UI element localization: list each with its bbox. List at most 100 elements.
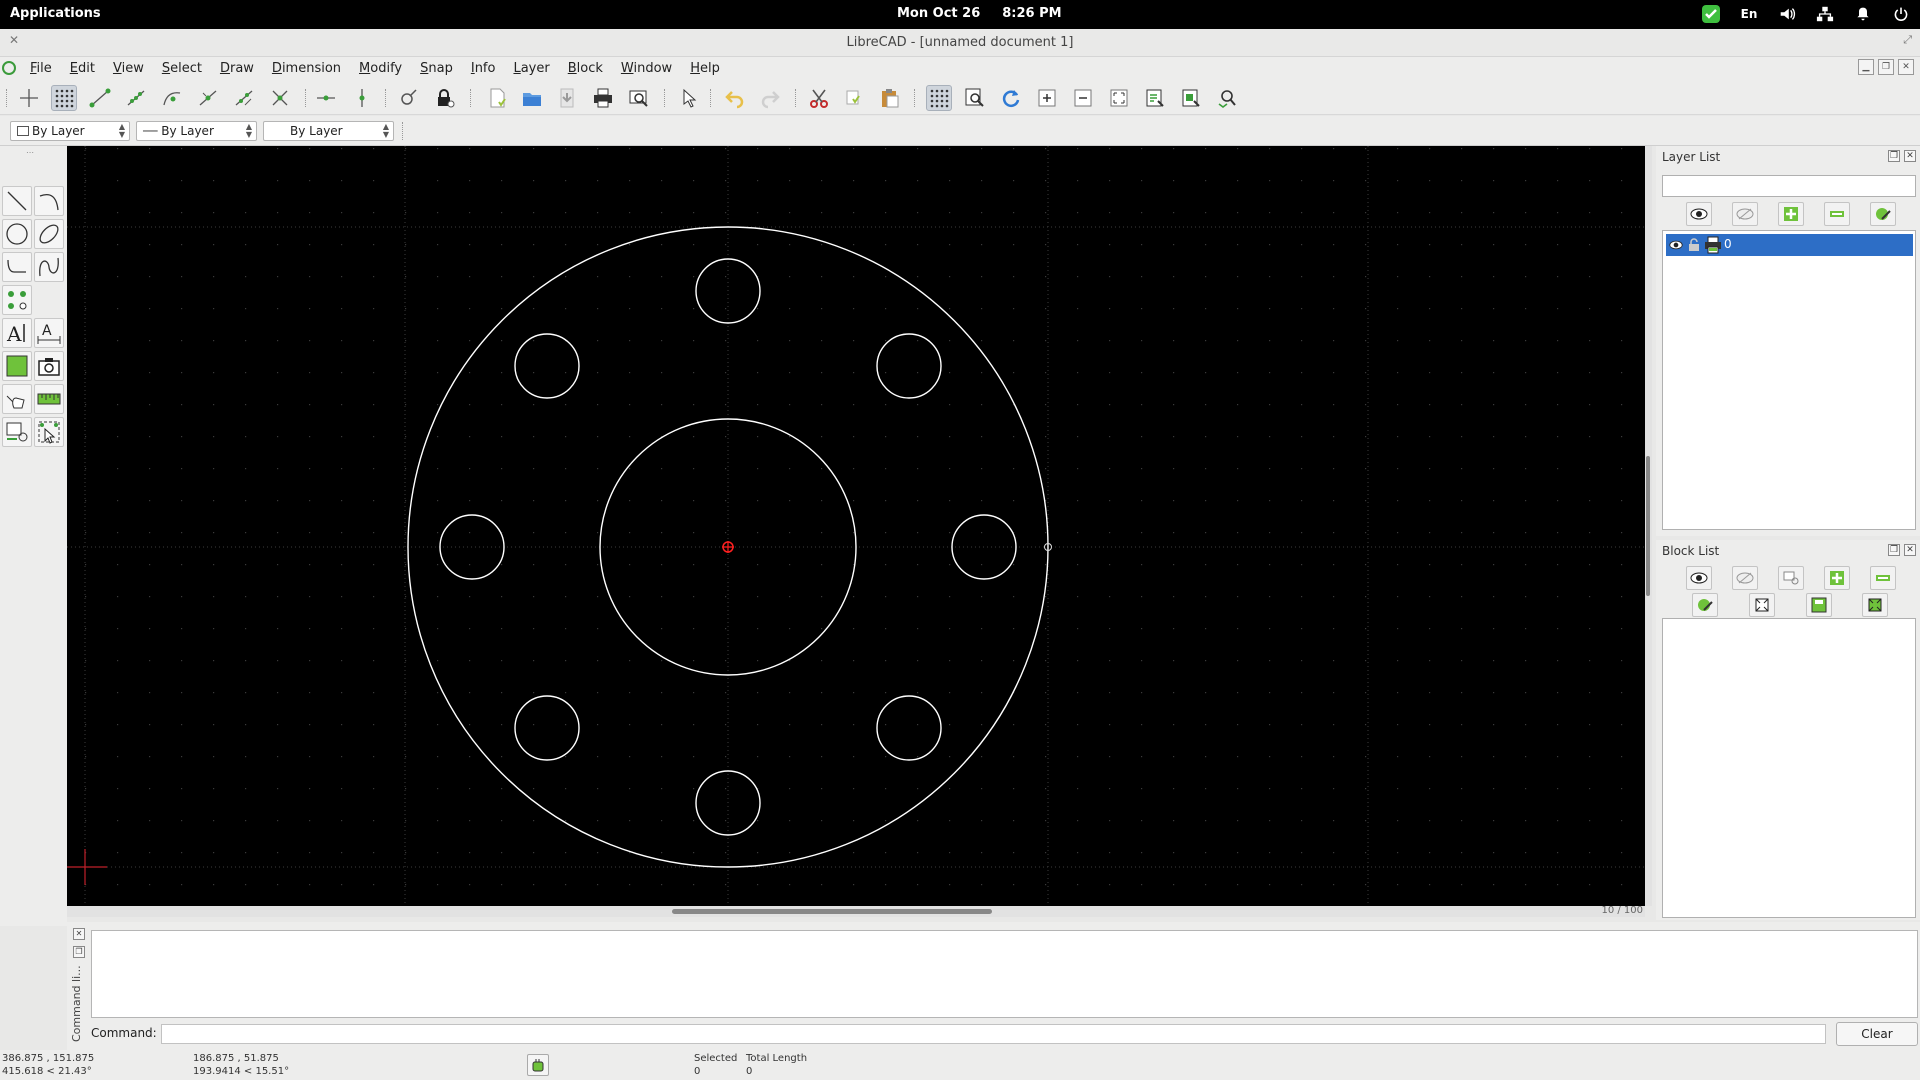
menu-layer[interactable]: Layer bbox=[513, 59, 549, 78]
print-preview-button[interactable] bbox=[626, 85, 652, 111]
snap-grid-button[interactable] bbox=[51, 85, 77, 111]
lock-relative-zero-button[interactable] bbox=[432, 85, 458, 111]
modify-tool-button[interactable] bbox=[2, 384, 32, 414]
dock-float-button[interactable]: ❐ bbox=[73, 946, 85, 958]
zoom-out-button[interactable] bbox=[1070, 85, 1096, 111]
print-button[interactable] bbox=[590, 85, 616, 111]
spline-tool-button[interactable] bbox=[34, 252, 64, 282]
text-tool-button[interactable]: A bbox=[2, 318, 32, 348]
pen-linewidth-select[interactable]: By Layer ▲ ▼ bbox=[263, 121, 394, 141]
snap-free-button[interactable] bbox=[16, 85, 42, 111]
menu-window[interactable]: Window bbox=[621, 59, 672, 78]
layer-filter-input[interactable] bbox=[1662, 175, 1916, 197]
zoom-previous-button[interactable] bbox=[1142, 85, 1168, 111]
volume-icon[interactable] bbox=[1776, 3, 1798, 25]
menu-draw[interactable]: Draw bbox=[220, 59, 254, 78]
applications-menu[interactable]: Applications bbox=[10, 6, 101, 21]
open-file-button[interactable] bbox=[519, 85, 545, 111]
snap-intersection-button[interactable] bbox=[267, 85, 293, 111]
save-block-button[interactable] bbox=[1806, 593, 1832, 617]
clear-button[interactable]: Clear bbox=[1836, 1022, 1918, 1046]
edit-layer-button[interactable] bbox=[1870, 202, 1896, 226]
power-icon[interactable] bbox=[1890, 3, 1912, 25]
circle-tool-button[interactable] bbox=[2, 219, 32, 249]
zoom-in-button[interactable] bbox=[1034, 85, 1060, 111]
pen-linetype-select[interactable]: ── By Layer ▲ ▼ bbox=[136, 121, 257, 141]
keyboard-layout[interactable]: En bbox=[1738, 3, 1760, 25]
zoom-auto-button[interactable] bbox=[1106, 85, 1132, 111]
add-block-button[interactable] bbox=[1824, 566, 1850, 590]
create-block-button[interactable] bbox=[1778, 566, 1804, 590]
mdi-minimize-button[interactable]: ▁ bbox=[1858, 59, 1874, 75]
drawing-canvas[interactable] bbox=[67, 146, 1645, 906]
relative-zero-button[interactable] bbox=[396, 85, 422, 111]
line-tool-button[interactable] bbox=[2, 186, 32, 216]
mouse-action-button[interactable] bbox=[527, 1054, 549, 1076]
point-tool-button[interactable] bbox=[2, 285, 32, 315]
snap-on-entity-button[interactable] bbox=[123, 85, 149, 111]
horizontal-scroll-thumb[interactable] bbox=[672, 909, 992, 914]
zoom-button[interactable] bbox=[962, 85, 988, 111]
toggle-grid-button[interactable] bbox=[926, 85, 952, 111]
dock-float-button[interactable]: ❐ bbox=[1888, 150, 1900, 162]
layer-row[interactable]: 0 bbox=[1666, 234, 1913, 256]
edit-block-button[interactable] bbox=[1749, 593, 1775, 617]
dock-close-button[interactable]: ✕ bbox=[1904, 544, 1916, 556]
redraw-button[interactable] bbox=[998, 85, 1024, 111]
undo-button[interactable] bbox=[722, 85, 748, 111]
vertical-scroll-thumb[interactable] bbox=[1646, 456, 1650, 596]
snap-distance-button[interactable] bbox=[231, 85, 257, 111]
menu-dimension[interactable]: Dimension bbox=[272, 59, 341, 78]
remove-block-button[interactable] bbox=[1870, 566, 1896, 590]
shield-check-icon[interactable] bbox=[1700, 3, 1722, 25]
unlocked-icon[interactable] bbox=[1688, 238, 1700, 252]
zoom-window-button[interactable] bbox=[1178, 85, 1204, 111]
dimension-tool-button[interactable]: A bbox=[34, 318, 64, 348]
block-tool-button[interactable] bbox=[2, 417, 32, 447]
arc-tool-button[interactable] bbox=[34, 186, 64, 216]
menu-help[interactable]: Help bbox=[690, 59, 720, 78]
redo-button[interactable] bbox=[757, 85, 783, 111]
cut-button[interactable] bbox=[806, 85, 832, 111]
paste-button[interactable] bbox=[877, 85, 903, 111]
menu-file[interactable]: File bbox=[30, 59, 52, 78]
add-layer-button[interactable] bbox=[1778, 202, 1804, 226]
pen-color-select[interactable]: By Layer ▲ ▼ bbox=[10, 121, 130, 141]
snap-endpoint-button[interactable] bbox=[87, 85, 113, 111]
menu-info[interactable]: Info bbox=[471, 59, 496, 78]
maximize-arrow-icon[interactable]: ⤢ bbox=[1903, 33, 1912, 47]
restrict-horizontal-button[interactable] bbox=[313, 85, 339, 111]
mdi-close-button[interactable]: ✕ bbox=[1898, 59, 1914, 75]
select-tool-button[interactable] bbox=[34, 417, 64, 447]
network-icon[interactable] bbox=[1814, 3, 1836, 25]
command-input[interactable] bbox=[161, 1024, 1826, 1044]
rename-block-button[interactable] bbox=[1692, 593, 1718, 617]
polyline-tool-button[interactable] bbox=[2, 252, 32, 282]
mdi-restore-button[interactable]: ❐ bbox=[1878, 59, 1894, 75]
ellipse-tool-button[interactable] bbox=[34, 219, 64, 249]
menu-view[interactable]: View bbox=[113, 59, 144, 78]
menu-modify[interactable]: Modify bbox=[359, 59, 402, 78]
hide-all-layers-button[interactable] bbox=[1732, 202, 1758, 226]
dock-close-button[interactable]: ✕ bbox=[73, 928, 85, 940]
snap-center-button[interactable] bbox=[159, 85, 185, 111]
eye-icon[interactable] bbox=[1669, 238, 1683, 252]
hide-all-blocks-button[interactable] bbox=[1732, 566, 1758, 590]
restrict-vertical-button[interactable] bbox=[349, 85, 375, 111]
notifications-bell-icon[interactable] bbox=[1852, 3, 1874, 25]
insert-block-button[interactable] bbox=[1862, 593, 1888, 617]
menu-select[interactable]: Select bbox=[162, 59, 202, 78]
remove-layer-button[interactable] bbox=[1824, 202, 1850, 226]
select-pointer-button[interactable] bbox=[676, 85, 702, 111]
show-all-layers-button[interactable] bbox=[1686, 202, 1712, 226]
horizontal-scrollbar[interactable]: 10 / 100 bbox=[67, 905, 1645, 917]
new-file-button[interactable] bbox=[484, 85, 510, 111]
zoom-pan-button[interactable] bbox=[1214, 85, 1240, 111]
printer-icon[interactable] bbox=[1704, 236, 1722, 254]
dock-float-button[interactable]: ❐ bbox=[1888, 544, 1900, 556]
menu-snap[interactable]: Snap bbox=[420, 59, 453, 78]
show-all-blocks-button[interactable] bbox=[1686, 566, 1712, 590]
copy-button[interactable] bbox=[841, 85, 867, 111]
measure-tool-button[interactable] bbox=[34, 384, 64, 414]
menu-edit[interactable]: Edit bbox=[70, 59, 95, 78]
